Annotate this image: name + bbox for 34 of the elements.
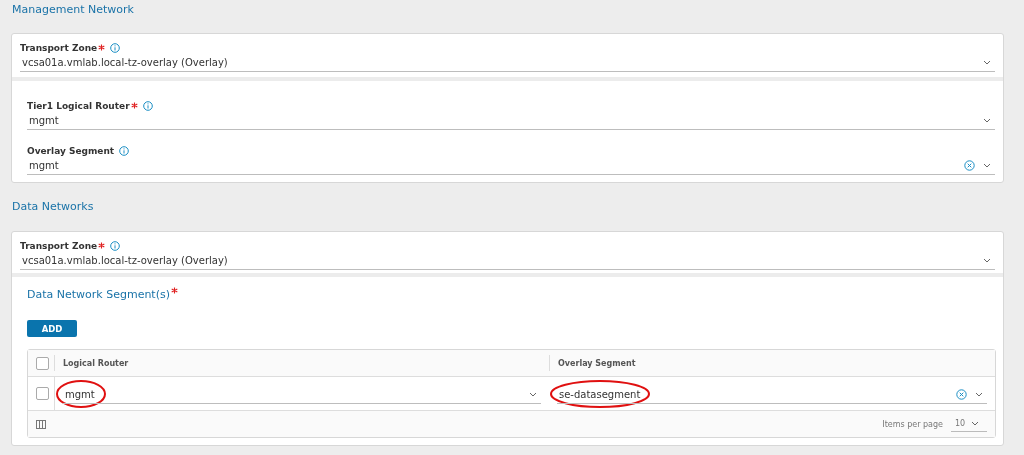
select-field[interactable]: mgmt	[63, 385, 541, 404]
field-label: Transport Zone	[20, 241, 98, 251]
chevron-down-icon[interactable]	[983, 258, 991, 263]
items-per-page-label: Items per page	[882, 419, 943, 429]
page-size-select[interactable]: 10	[951, 416, 987, 432]
chevron-down-icon[interactable]	[529, 391, 537, 397]
select-field[interactable]: se-datasegment	[557, 385, 987, 404]
select-field[interactable]: vcsa01a.vmlab.local-tz-overlay (Overlay)	[20, 252, 995, 270]
checkbox[interactable]	[36, 356, 49, 370]
chevron-down-icon[interactable]	[975, 391, 983, 397]
info-icon[interactable]	[110, 43, 121, 53]
columns-icon[interactable]	[36, 419, 46, 429]
select-field[interactable]: mgmt	[27, 157, 995, 175]
field-label: Transport Zone	[20, 43, 98, 53]
section-heading: Data Networks	[11, 199, 95, 215]
column-header: Logical Router	[54, 355, 549, 371]
add-button[interactable]: ADD	[27, 320, 77, 337]
field-label: Overlay Segment	[27, 146, 115, 156]
chevron-down-icon[interactable]	[983, 60, 991, 65]
chevron-down-icon[interactable]	[971, 421, 980, 426]
clear-icon[interactable]	[964, 160, 975, 171]
info-icon[interactable]	[142, 101, 153, 111]
checkbox[interactable]	[36, 387, 49, 400]
clear-icon[interactable]	[956, 388, 967, 400]
select-field[interactable]: mgmt	[27, 112, 995, 130]
section-heading: Management Network	[11, 2, 135, 18]
info-icon[interactable]	[119, 146, 130, 156]
chevron-down-icon[interactable]	[983, 163, 991, 168]
section-title: Data Network Segment(s)	[27, 288, 170, 301]
column-header: Overlay Segment	[549, 355, 995, 371]
select-field[interactable]: vcsa01a.vmlab.local-tz-overlay (Overlay)	[20, 54, 995, 72]
info-icon[interactable]	[110, 241, 121, 251]
field-label: Tier1 Logical Router	[27, 101, 130, 111]
chevron-down-icon[interactable]	[983, 118, 991, 123]
